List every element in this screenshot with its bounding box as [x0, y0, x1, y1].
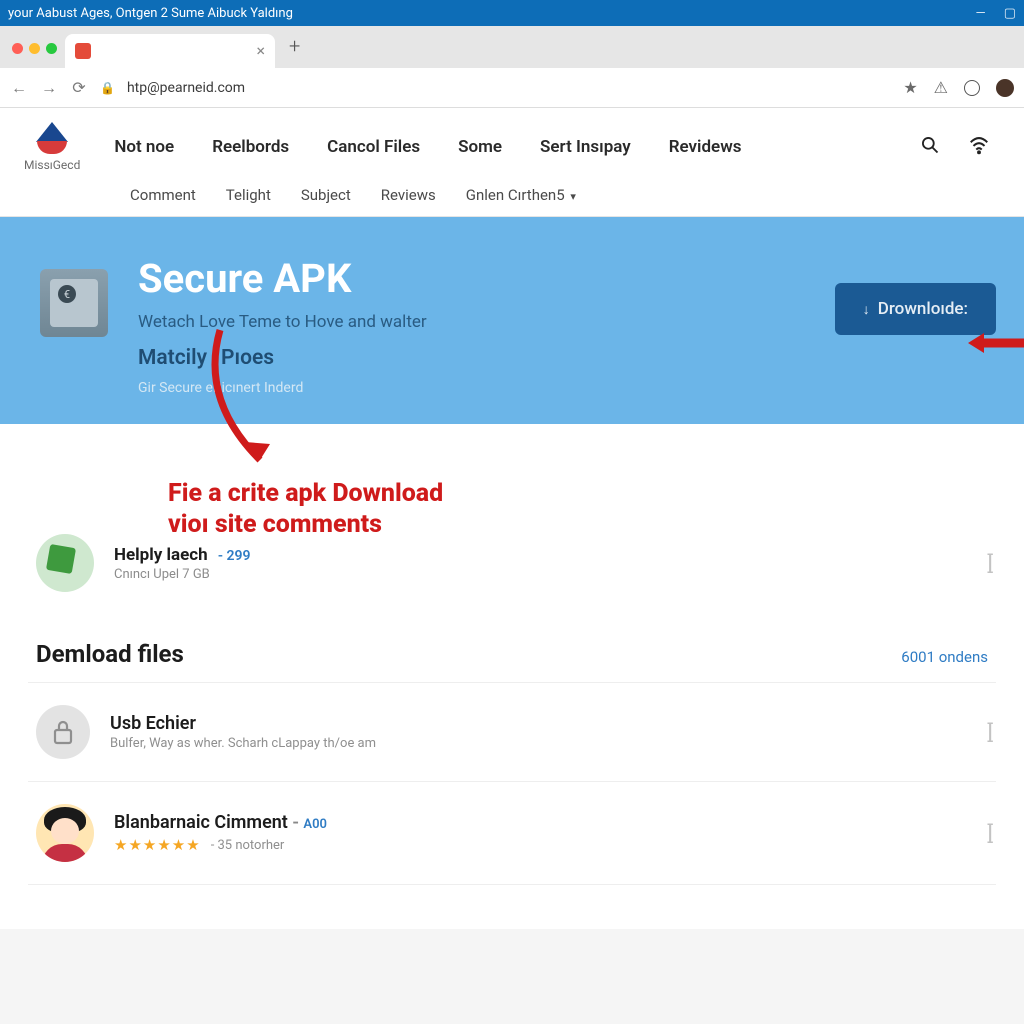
app-icon — [40, 269, 108, 337]
helper-badge: - 299 — [218, 548, 251, 564]
hero-footer: Gir Secure eRicınert Inderd — [138, 380, 835, 396]
reload-icon[interactable]: ⟳ — [70, 78, 88, 97]
lock-file-icon — [36, 705, 90, 759]
chevron-down-icon: ▾ — [570, 190, 576, 203]
user-avatar-icon — [36, 804, 94, 862]
nav-item[interactable]: Cancol Files — [327, 137, 420, 157]
main-content: Helply laech - 299 Cnıncı Upel 7 GB ][ D… — [0, 424, 1024, 929]
nav-item[interactable]: Some — [458, 137, 502, 157]
rating-count: - 35 notorher — [211, 838, 285, 853]
subnav-item-dropdown[interactable]: Gnlen Cırthen5 ▾ — [466, 186, 576, 204]
row-action-icon[interactable]: ][ — [987, 720, 988, 744]
nav-item[interactable]: Sert Insıpay — [540, 137, 631, 157]
nav-item[interactable]: Reelbords — [212, 137, 289, 157]
annotation-text: Fie a crite apk Download vioı site comme… — [168, 478, 443, 541]
site-brand-text: MissıGecd — [24, 158, 80, 172]
site-header: MissıGecd Not noe Reelbords Cancol Files… — [0, 108, 1024, 217]
hero-subtitle: Wetach Love Teme to Hove and walter — [138, 312, 835, 332]
subnav-item[interactable]: Comment — [130, 186, 196, 204]
file-badge: A00 — [303, 817, 327, 832]
hero-meta-2: Pıoes — [221, 346, 274, 370]
rating-stars: ★★★★★★ — [114, 836, 201, 854]
subnav-item[interactable]: Reviews — [381, 186, 436, 204]
star-icon[interactable]: ★ — [903, 78, 917, 97]
primary-nav: Not noe Reelbords Cancol Files Some Sert… — [114, 137, 920, 157]
browser-tabstrip: × + — [0, 26, 1024, 68]
hero-meta-1: Matcily — [138, 346, 207, 370]
hero-title: Secure APK — [138, 255, 835, 302]
nav-item[interactable]: Not noe — [114, 137, 174, 157]
helper-subtitle: Cnıncı Upel 7 GB — [114, 567, 251, 582]
subnav-item[interactable]: Subject — [301, 186, 351, 204]
zoom-window-icon[interactable] — [46, 43, 57, 54]
close-window-icon[interactable] — [12, 43, 23, 54]
download-icon: ↓ — [863, 301, 870, 318]
nav-item[interactable]: Revidews — [669, 137, 742, 157]
section-title: Demload files — [36, 640, 184, 668]
secondary-nav: Comment Telight Subject Reviews Gnlen Cı… — [0, 178, 1024, 216]
hero-banner: Secure APK Wetach Love Teme to Hove and … — [0, 217, 1024, 424]
file-row[interactable]: Blanbarnaic Cimment - A00 ★★★★★★ - 35 no… — [28, 781, 996, 884]
file-subtitle: Bulfer, Way as wher. Scharh cLappay th/o… — [110, 736, 376, 751]
subnav-item[interactable]: Telight — [226, 186, 271, 204]
globe-icon[interactable] — [964, 80, 980, 96]
url-field[interactable]: htp@pearneid.com — [127, 80, 891, 96]
address-bar: ← → ⟳ 🔒 htp@pearneid.com ★ ⚠ — [0, 68, 1024, 108]
site-logo[interactable]: MissıGecd — [24, 122, 80, 172]
maximize-icon[interactable]: ▢ — [1004, 6, 1016, 21]
row-action-icon[interactable]: ][ — [987, 821, 988, 845]
helper-icon — [36, 534, 94, 592]
minimize-icon[interactable]: — — [976, 6, 986, 21]
tab-close-icon[interactable]: × — [256, 43, 265, 59]
file-row[interactable]: Usb Echier Bulfer, Way as wher. Scharh c… — [28, 682, 996, 781]
file-title: Usb Echier — [110, 713, 376, 734]
window-titlebar: your Aabust Ages, Ontgen 2 Sume Aibuck Y… — [0, 0, 1024, 26]
forward-icon[interactable]: → — [40, 78, 58, 98]
section-link[interactable]: 6001 ondens — [901, 648, 988, 666]
download-label: Drownloıde: — [878, 299, 968, 319]
window-title: your Aabust Ages, Ontgen 2 Sume Aibuck Y… — [8, 6, 293, 21]
tab-favicon — [75, 43, 91, 59]
lock-icon: 🔒 — [100, 81, 115, 95]
helper-title: Helply laech — [114, 545, 208, 565]
row-action-icon[interactable]: ][ — [987, 551, 988, 575]
new-tab-button[interactable]: + — [275, 34, 314, 68]
profile-avatar-icon[interactable] — [996, 79, 1014, 97]
warning-icon[interactable]: ⚠ — [934, 78, 948, 97]
minimize-window-icon[interactable] — [29, 43, 40, 54]
back-icon[interactable]: ← — [10, 78, 28, 98]
traffic-lights — [8, 43, 65, 68]
search-icon[interactable] — [920, 135, 940, 160]
browser-tab[interactable]: × — [65, 34, 275, 68]
file-title: Blanbarnaic Cimment — [114, 812, 288, 833]
download-button[interactable]: ↓ Drownloıde: — [835, 283, 996, 335]
wifi-icon[interactable] — [968, 134, 990, 161]
